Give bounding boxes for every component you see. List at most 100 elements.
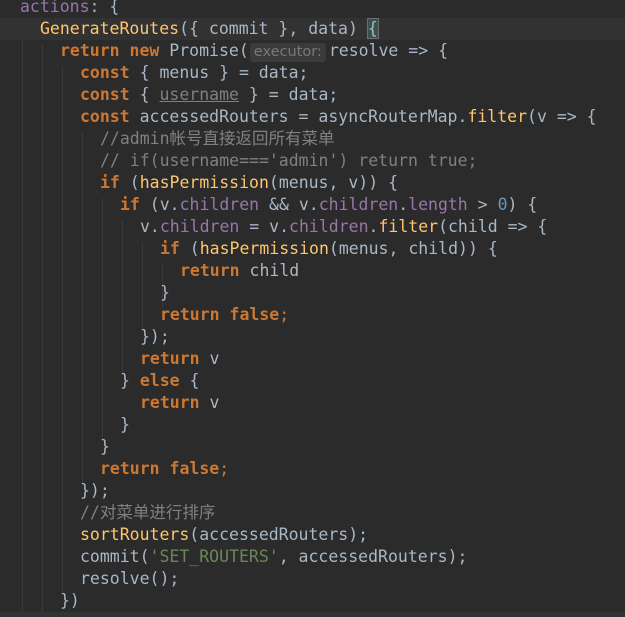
code-line: sortRouters(accessedRouters); bbox=[80, 524, 368, 546]
code-token: 0 bbox=[497, 195, 508, 214]
code-token: ( bbox=[179, 239, 200, 258]
code-token: if bbox=[100, 173, 120, 192]
code-line: commit('SET_ROUTERS', accessedRouters); bbox=[80, 546, 467, 568]
code-token: ; bbox=[219, 459, 230, 478]
code-token: filter bbox=[378, 217, 439, 236]
code-token: const bbox=[80, 85, 130, 104]
code-token: children bbox=[318, 195, 399, 214]
code-line: } bbox=[100, 436, 110, 458]
code-token: }, bbox=[268, 19, 309, 38]
code-line: return v bbox=[140, 392, 219, 414]
code-token: child bbox=[239, 261, 300, 280]
code-token: data bbox=[308, 19, 348, 38]
code-line: //admin帐号直接返回所有菜单 bbox=[100, 128, 335, 150]
indent-guide bbox=[82, 132, 83, 484]
code-line: }); bbox=[80, 480, 110, 502]
code-token: false bbox=[169, 459, 220, 478]
code-token: resolve => { bbox=[328, 41, 449, 60]
code-token: return bbox=[100, 459, 160, 478]
code-token: } bbox=[120, 415, 130, 434]
code-comment: //admin帐号直接返回所有菜单 bbox=[100, 129, 335, 148]
code-token: if bbox=[160, 239, 180, 258]
code-token: } bbox=[160, 283, 170, 302]
code-token: resolve(); bbox=[80, 569, 180, 588]
code-line: if (hasPermission(menus, v)) { bbox=[100, 172, 398, 194]
code-token: v. bbox=[140, 217, 160, 236]
code-token: }); bbox=[140, 327, 170, 346]
code-token: v bbox=[199, 393, 220, 412]
code-token: . bbox=[398, 195, 409, 214]
code-line: return false; bbox=[160, 304, 289, 326]
code-token: ; bbox=[279, 305, 290, 324]
code-line: if (hasPermission(menus, child)) { bbox=[160, 238, 498, 260]
code-token: } bbox=[120, 371, 140, 390]
code-token: && v. bbox=[259, 195, 319, 214]
code-token: children bbox=[289, 217, 369, 236]
indent-guide bbox=[62, 66, 63, 594]
code-line: // if(username==='admin') return true; bbox=[100, 150, 478, 172]
code-token: { bbox=[129, 85, 160, 104]
code-token: hasPermission bbox=[139, 173, 269, 192]
code-token: accessedRouters = asyncRouterMap. bbox=[129, 107, 468, 126]
code-line: } bbox=[160, 282, 170, 304]
code-line: }); bbox=[140, 326, 170, 348]
code-token: { bbox=[179, 371, 200, 390]
code-token: const bbox=[80, 63, 130, 82]
code-line: return false; bbox=[100, 458, 229, 480]
code-token: commit( bbox=[80, 547, 150, 566]
code-line: actions: { bbox=[20, 0, 119, 18]
code-token: v bbox=[199, 349, 220, 368]
code-line: const accessedRouters = asyncRouterMap.f… bbox=[80, 106, 597, 128]
code-token: return bbox=[140, 349, 200, 368]
code-token: const bbox=[80, 107, 130, 126]
code-token: (menus, v)) { bbox=[268, 173, 399, 192]
code-token: filter bbox=[467, 107, 528, 126]
code-token: (v. bbox=[139, 195, 180, 214]
code-token: return bbox=[180, 261, 240, 280]
code-token: return bbox=[140, 393, 200, 412]
code-token: }) bbox=[60, 591, 80, 610]
code-token: actions bbox=[20, 0, 90, 16]
code-token: > bbox=[467, 195, 498, 214]
code-line: //对菜单进行排序 bbox=[80, 502, 215, 524]
code-token: commit bbox=[208, 19, 269, 38]
code-token: }); bbox=[80, 481, 110, 500]
code-token: return bbox=[60, 41, 120, 60]
matched-brace: { bbox=[366, 18, 379, 39]
code-string: 'SET_ROUTERS' bbox=[149, 547, 279, 566]
code-token: (menus, child)) { bbox=[328, 239, 498, 258]
code-editor[interactable]: actions: { GenerateRoutes({ commit }, da… bbox=[0, 0, 625, 617]
code-token: false bbox=[229, 305, 280, 324]
code-token: hasPermission bbox=[199, 239, 329, 258]
code-line: const { username } = data; bbox=[80, 84, 338, 106]
code-token: (child => { bbox=[438, 217, 548, 236]
code-token: length bbox=[408, 195, 468, 214]
code-line: return child bbox=[180, 260, 299, 282]
code-line: } else { bbox=[120, 370, 200, 392]
code-token: : { bbox=[89, 0, 120, 16]
indent-guide bbox=[122, 220, 123, 374]
code-token: children bbox=[179, 195, 260, 214]
code-line: const { menus } = data; bbox=[80, 62, 308, 84]
code-token: else bbox=[139, 371, 180, 390]
indent-guide bbox=[102, 198, 103, 440]
code-line: }) bbox=[60, 590, 80, 612]
code-token: Promise( bbox=[169, 41, 249, 60]
code-token: ) bbox=[348, 19, 368, 38]
code-token: sortRouters bbox=[80, 525, 190, 544]
code-token: } bbox=[100, 437, 110, 456]
code-token: ) { bbox=[507, 195, 538, 214]
code-token: ( bbox=[119, 173, 140, 192]
code-token: } = data; bbox=[238, 85, 339, 104]
code-token: = v. bbox=[239, 217, 290, 236]
code-token: ({ bbox=[179, 19, 209, 38]
code-token: { menus } = data; bbox=[129, 63, 309, 82]
unused-variable: username bbox=[159, 85, 239, 104]
code-token: new bbox=[129, 41, 160, 60]
code-line: } bbox=[120, 414, 130, 436]
horizontal-scrollbar[interactable] bbox=[0, 612, 625, 617]
code-comment: //对菜单进行排序 bbox=[80, 503, 216, 522]
code-line: if (v.children && v.children.length > 0)… bbox=[120, 194, 537, 216]
code-token: , accessedRouters); bbox=[278, 547, 468, 566]
code-line: return v bbox=[140, 348, 219, 370]
